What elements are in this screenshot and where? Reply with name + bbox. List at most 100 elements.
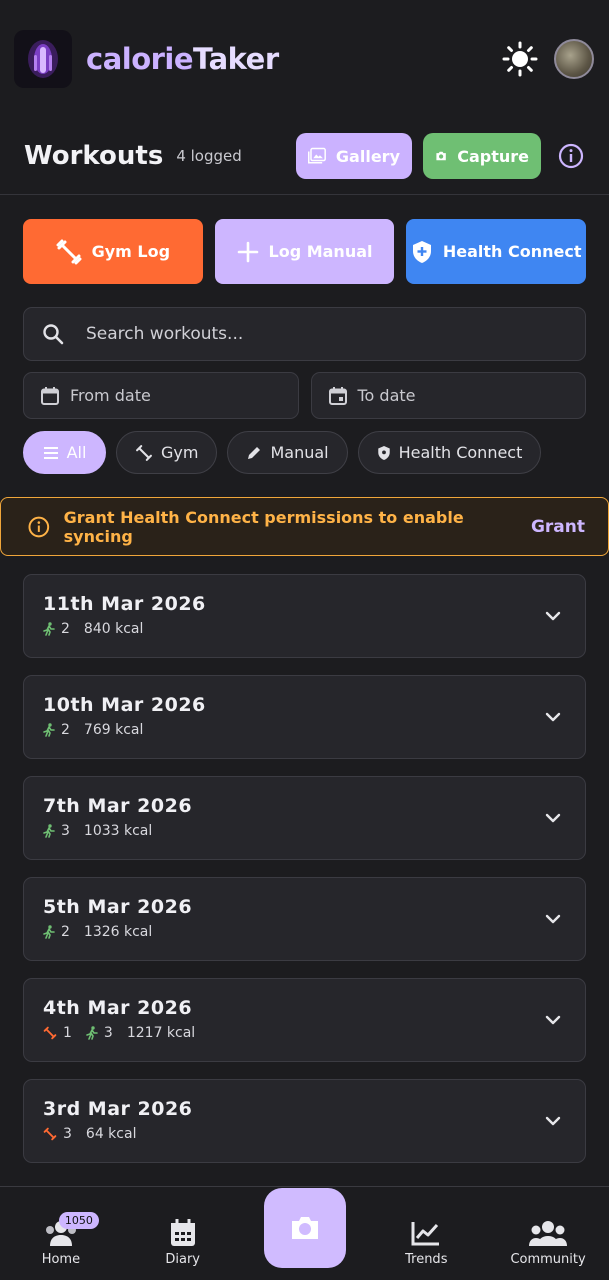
workout-summary: 3 1033 kcal (43, 823, 566, 839)
expand-button[interactable] (545, 606, 561, 625)
nav-home[interactable]: 1050 Home (0, 1212, 122, 1280)
running-icon (43, 723, 55, 737)
workout-summary: 2 840 kcal (43, 621, 566, 637)
cardio-count: 2 (61, 924, 70, 940)
from-date-placeholder: From date (70, 386, 151, 405)
image-icon (308, 147, 326, 164)
expand-button[interactable] (545, 909, 561, 928)
nav-camera-spacer (244, 1267, 366, 1280)
workout-list: 11th Mar 2026 2 840 kcal 10th Mar 2026 2 769 … (23, 574, 586, 1180)
workout-date: 11th Mar 2026 (43, 593, 206, 615)
page-title: Workouts (24, 141, 164, 171)
workout-date: 10th Mar 2026 (43, 694, 206, 716)
gym-icon (43, 1127, 57, 1141)
grant-button[interactable]: Grant (531, 517, 585, 537)
workout-summary: 1 3 1217 kcal (43, 1025, 566, 1041)
health-connect-permission-banner: Grant Health Connect permissions to enab… (0, 497, 609, 556)
workout-summary: 2 769 kcal (43, 722, 566, 738)
capture-label: Capture (457, 146, 529, 166)
pencil-icon (248, 446, 261, 459)
filter-all-label: All (66, 443, 87, 462)
camera-fab-button[interactable] (264, 1188, 346, 1268)
gallery-button[interactable]: Gallery (296, 133, 412, 179)
expand-button[interactable] (545, 1010, 561, 1029)
dumbbell-icon (136, 444, 152, 461)
workout-day-card[interactable]: 11th Mar 2026 2 840 kcal (23, 574, 586, 658)
workout-date: 4th Mar 2026 (43, 997, 193, 1019)
expand-button[interactable] (545, 808, 561, 827)
chevron-down-icon (545, 813, 561, 823)
nav-diary[interactable]: Diary (122, 1216, 244, 1280)
nav-trends[interactable]: Trends (365, 1216, 487, 1280)
running-icon (43, 925, 55, 939)
workout-day-card[interactable]: 5th Mar 2026 2 1326 kcal (23, 877, 586, 961)
cardio-count: 2 (61, 722, 70, 738)
gym-icon (43, 1026, 57, 1040)
nav-trends-label: Trends (405, 1252, 448, 1267)
plus-icon (237, 241, 258, 262)
filter-health-connect-chip[interactable]: Health Connect (357, 431, 542, 474)
running-icon (86, 1026, 98, 1040)
info-icon (558, 143, 584, 169)
gallery-label: Gallery (335, 146, 400, 166)
page-header: Workouts 4 logged Gallery Capture (0, 118, 609, 195)
nav-community[interactable]: Community (487, 1216, 609, 1280)
workout-date: 5th Mar 2026 (43, 896, 193, 918)
chevron-down-icon (545, 1015, 561, 1025)
list-icon (43, 446, 58, 459)
from-date-field[interactable]: From date (23, 372, 299, 419)
filter-manual-chip[interactable]: Manual (227, 431, 348, 474)
search-input[interactable]: Search workouts... (23, 307, 586, 361)
home-badge: 1050 (58, 1212, 99, 1229)
expand-button[interactable] (545, 707, 561, 726)
trend-chart-icon (411, 1222, 440, 1246)
running-icon (43, 622, 55, 636)
filter-health-connect-label: Health Connect (398, 443, 523, 462)
group-icon (529, 1221, 568, 1246)
gym-count: 1 (63, 1025, 72, 1041)
theme-toggle-button[interactable] (500, 39, 540, 79)
top-app-bar: calorieTaker (0, 0, 609, 118)
camera-icon (436, 151, 446, 161)
app-title: calorieTaker (86, 42, 279, 76)
gym-log-label: Gym Log (91, 242, 171, 261)
workout-day-card[interactable]: 7th Mar 2026 3 1033 kcal (23, 776, 586, 860)
running-icon (43, 824, 55, 838)
capture-button[interactable]: Capture (423, 133, 541, 179)
kcal-total: 64 kcal (85, 1126, 137, 1142)
log-manual-button[interactable]: Log Manual (214, 219, 395, 284)
camera-icon (292, 1217, 318, 1239)
search-icon (43, 324, 64, 345)
user-avatar[interactable] (554, 39, 594, 79)
workout-day-card[interactable]: 3rd Mar 2026 3 64 kcal (23, 1079, 586, 1163)
dumbbell-icon (56, 239, 82, 264)
gym-count: 3 (63, 1126, 72, 1142)
gym-log-button[interactable]: Gym Log (23, 219, 203, 284)
info-icon (28, 516, 50, 537)
filter-all-chip[interactable]: All (23, 431, 106, 474)
workout-summary: 2 1326 kcal (43, 924, 566, 940)
chevron-down-icon (545, 914, 561, 924)
shield-plus-icon (412, 240, 431, 263)
chevron-down-icon (545, 712, 561, 722)
to-date-field[interactable]: To date (310, 372, 586, 419)
filter-gym-chip[interactable]: Gym (116, 431, 218, 474)
cardio-count: 2 (61, 621, 70, 637)
nav-diary-label: Diary (165, 1252, 201, 1267)
banner-text: Grant Health Connect permissions to enab… (63, 507, 464, 546)
kcal-total: 1326 kcal (83, 924, 153, 940)
filter-chips: All Gym Manual Health Connect (23, 431, 542, 474)
calendar-icon (328, 386, 347, 405)
chevron-down-icon (545, 1116, 561, 1126)
action-buttons: Gym Log Log Manual Health Connect (23, 219, 587, 284)
calendar-icon (41, 386, 59, 405)
cardio-count: 3 (103, 1025, 113, 1041)
health-connect-button[interactable]: Health Connect (406, 219, 587, 284)
app-logo (14, 30, 72, 88)
workout-day-card[interactable]: 4th Mar 2026 1 3 1217 kcal (23, 978, 586, 1062)
filter-gym-label: Gym (161, 443, 199, 462)
expand-button[interactable] (545, 1111, 561, 1130)
info-button[interactable] (557, 142, 585, 170)
log-manual-label: Log Manual (268, 242, 373, 261)
workout-day-card[interactable]: 10th Mar 2026 2 769 kcal (23, 675, 586, 759)
